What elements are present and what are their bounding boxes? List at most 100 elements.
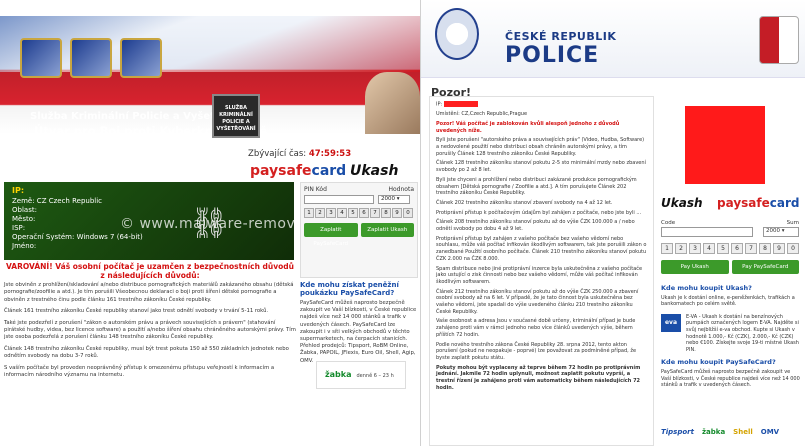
ukash-logo: Ukash bbox=[661, 196, 703, 210]
ip-line: Jméno: bbox=[12, 242, 37, 250]
zabka-logo: žabka bbox=[701, 428, 726, 436]
key-6[interactable]: 6 bbox=[359, 208, 369, 218]
warning-heading: VAROVÁNÍ! Váš osobní počítač je uzamčen … bbox=[5, 262, 294, 280]
key-4[interactable]: 4 bbox=[337, 208, 347, 218]
key-3[interactable]: 3 bbox=[689, 243, 701, 254]
redacted-ip bbox=[443, 101, 478, 107]
paragraph: Článek 202 trestního zákoníku stanoví zb… bbox=[436, 199, 613, 206]
paragraph: Článek 161 trestního zákoníku České repu… bbox=[4, 308, 269, 315]
army-crest-icon bbox=[70, 38, 112, 78]
key-2[interactable]: 2 bbox=[315, 208, 325, 218]
location-line: Umístění: CZ,Czech Republic,Prague bbox=[436, 111, 528, 118]
paragraph: Spam distribuce nebo jiné protiprávní in… bbox=[436, 265, 643, 285]
countdown-timer: Zbývající čas: 47:59:53 bbox=[248, 149, 352, 159]
ip-line: Země: CZ Czech Republic bbox=[12, 197, 103, 205]
paysafecard-logo: paysafecard bbox=[717, 196, 800, 210]
amount-select[interactable]: 2000 ▾ bbox=[378, 195, 410, 204]
payment-form: Code Sum 2000 ▾ 1 2 3 4 5 6 7 8 9 0 Pay … bbox=[661, 220, 799, 274]
eva-info: eva E-VA - Ukash k dostání na benzínovýc… bbox=[661, 313, 801, 354]
key-1[interactable]: 1 bbox=[661, 243, 673, 254]
czech-coat-of-arms-icon bbox=[759, 16, 799, 64]
key-8[interactable]: 8 bbox=[381, 208, 391, 218]
code-label: Code bbox=[661, 220, 676, 226]
right-ransomware-window: ČESKÉ REPUBLIK POLICE Pozor! IP: Umístěn… bbox=[420, 0, 805, 446]
zabka-hours: denně 6 – 23 h bbox=[356, 373, 394, 379]
code-input[interactable] bbox=[661, 227, 753, 237]
pay-ukash-button[interactable]: Pay Ukash bbox=[661, 260, 729, 274]
paragraph: Vaše osobnost a adresa Jsou v současné d… bbox=[436, 318, 636, 338]
zabka-ad: žabka denně 6 – 23 h bbox=[316, 361, 406, 389]
paysafecard-info: Kde mohu získat peněžní poukázku PaySafe… bbox=[300, 281, 418, 365]
pin-input[interactable] bbox=[304, 195, 374, 204]
where-to-buy-info: Kde mohu koupit Ukash? Ukash je k dostán… bbox=[661, 285, 801, 389]
main-message: IP: Umístění: CZ,Czech Republic,Prague P… bbox=[429, 96, 654, 446]
tipsport-logo: Tipsport bbox=[661, 428, 694, 436]
key-1[interactable]: 1 bbox=[304, 208, 314, 218]
red-warning: Pozor! Váš počítač je zablokován kvůli a… bbox=[436, 120, 620, 134]
pay-ukash-button[interactable]: Zaplatit Ukash bbox=[360, 223, 414, 237]
key-2[interactable]: 2 bbox=[675, 243, 687, 254]
paragraph: Článek 148 trestního zákoníku České repu… bbox=[4, 345, 289, 360]
sum-select[interactable]: 2000 ▾ bbox=[763, 227, 799, 237]
key-3[interactable]: 3 bbox=[326, 208, 336, 218]
key-9[interactable]: 9 bbox=[392, 208, 402, 218]
paragraph: Byli jste chyceni a prohlížení nebo dist… bbox=[436, 176, 637, 197]
payment-panel: PIN Kód Hodnota 2000 ▾ 1 2 3 4 5 6 7 8 9… bbox=[300, 182, 418, 278]
header-title-line1: ČESKÉ REPUBLIK bbox=[505, 30, 617, 43]
paragraph: Článek 208 trestního zákoníku stanoví po… bbox=[436, 219, 635, 233]
keypad: 1 2 3 4 5 6 7 8 9 0 bbox=[661, 243, 799, 254]
pin-label: PIN Kód bbox=[304, 186, 327, 193]
eva-logo: eva bbox=[661, 313, 681, 332]
president-photo bbox=[365, 72, 420, 134]
pay-paysafecard-button[interactable]: Pay PaySafeCard bbox=[731, 260, 799, 274]
key-6[interactable]: 6 bbox=[731, 243, 743, 254]
ip-row: IP: bbox=[436, 101, 647, 108]
paragraph: Také jste podezřelí z porušení "zákon o … bbox=[4, 319, 296, 341]
paysafecard-heading: Kde mohu získat peněžní poukázku PaySafe… bbox=[300, 281, 399, 297]
timer-value: 47:59:53 bbox=[308, 149, 352, 159]
paragraph: Protiprávní přístup byl zahájen z vašeho… bbox=[436, 235, 647, 262]
webcam-photo-placeholder bbox=[685, 106, 765, 184]
police-badge-icon bbox=[435, 8, 479, 60]
ip-line: Oblast: bbox=[12, 206, 37, 214]
paragraph: Byli jste porušeni "autorského práva a s… bbox=[436, 137, 645, 157]
accusation-text: Jste obviněn z prohlížení/skladování a/n… bbox=[4, 282, 296, 383]
omv-logo: OMV bbox=[760, 428, 780, 436]
paragraph: Článek 128 trestního zákoníku stanoví po… bbox=[436, 160, 646, 174]
key-7[interactable]: 7 bbox=[745, 243, 757, 254]
ukash-logo: Ukash bbox=[350, 163, 399, 179]
sum-label: Sum bbox=[786, 220, 799, 226]
left-ransomware-window: Služba Kriminální Policie a Vyšetřování … bbox=[0, 16, 420, 446]
shell-logo: Shell bbox=[733, 428, 753, 436]
header-title-line2: POLICE bbox=[505, 43, 600, 68]
key-0[interactable]: 0 bbox=[787, 243, 799, 254]
paragraph: Pokuty mohou být vyplaceny až teprve běh… bbox=[436, 364, 641, 391]
ip-line: Operační Systém: Windows 7 (64-bit) bbox=[12, 233, 143, 241]
retailer-logos: Tipsport žabka Shell OMV bbox=[661, 428, 779, 436]
ip-label: IP: bbox=[12, 186, 25, 195]
pay-paysafecard-button[interactable]: Zaplatit PaySafeCard bbox=[304, 223, 358, 247]
paysafecard-text: PaySafeCard můžeš naprosto bezpečně zako… bbox=[300, 300, 417, 364]
paysafecard-logo: paysafecard bbox=[250, 163, 347, 179]
paragraph: S vaším počítače byl proveden neoprávněn… bbox=[4, 364, 275, 379]
police-seal: SLUŽBA KRIMINÁLNÍ POLICIE A VYŠETŘOVÁNÍ bbox=[212, 94, 260, 138]
key-7[interactable]: 7 bbox=[370, 208, 380, 218]
police-crest-icon bbox=[20, 38, 62, 78]
ukash-where-text: Ukash je k dostání online, e-peněženkách… bbox=[661, 294, 795, 308]
paragraph: Podle nového trestního zákona České Repu… bbox=[436, 341, 637, 361]
paysafecard-where-heading: Kde mohu koupit PaySafeCard? bbox=[661, 358, 776, 367]
eva-text: E-VA - Ukash k dostání na benzínových pu… bbox=[686, 313, 799, 353]
key-0[interactable]: 0 bbox=[403, 208, 413, 218]
ministry-crest-icon bbox=[120, 38, 162, 78]
key-5[interactable]: 5 bbox=[717, 243, 729, 254]
key-8[interactable]: 8 bbox=[759, 243, 771, 254]
police-header: ČESKÉ REPUBLIK POLICE bbox=[421, 0, 805, 78]
amount-label: Hodnota bbox=[388, 186, 415, 193]
key-9[interactable]: 9 bbox=[773, 243, 785, 254]
ukash-where-heading: Kde mohu koupit Ukash? bbox=[661, 284, 752, 292]
key-4[interactable]: 4 bbox=[703, 243, 715, 254]
paysafecard-where-text: PaySafeCard můžeš naprosto bezpečně zako… bbox=[661, 368, 800, 389]
paragraph: Protiprávní přístup k počítačovým údajům… bbox=[436, 209, 642, 216]
key-5[interactable]: 5 bbox=[348, 208, 358, 218]
keypad: 1 2 3 4 5 6 7 8 9 0 bbox=[304, 208, 414, 218]
